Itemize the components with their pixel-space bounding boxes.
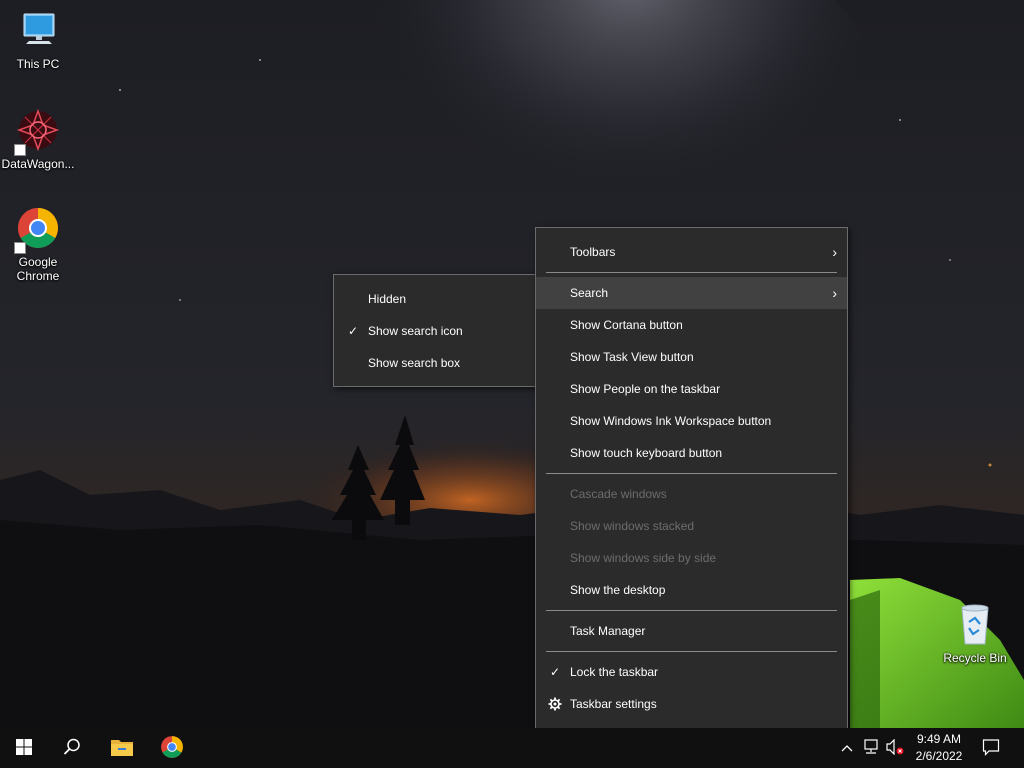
menu-item-label: Show windows stacked [570,519,695,533]
search-submenu: Hidden ✓ Show search icon Show search bo… [333,274,538,387]
menu-item-label: Show Cortana button [570,318,683,332]
start-icon [16,738,32,758]
menu-item-label: Lock the taskbar [570,665,659,679]
menu-item-show-windows-ink[interactable]: Show Windows Ink Workspace button [536,405,847,437]
search-icon [63,738,81,759]
desktop-icon-google-chrome[interactable]: Google Chrome [0,206,76,283]
checkmark-icon: ✓ [549,665,561,679]
chrome-icon [160,735,184,762]
menu-item-show-search-box[interactable]: Show search box [334,347,537,379]
taskbar[interactable]: 9:49 AM 2/6/2022 [0,728,1024,768]
menu-item-show-search-icon[interactable]: ✓ Show search icon [334,315,537,347]
network-button[interactable] [860,728,882,768]
file-explorer-button[interactable] [98,728,146,768]
menu-item-toolbars[interactable]: Toolbars › [536,236,847,268]
desktop-icon-this-pc[interactable]: This PC [0,8,76,71]
this-pc-icon [0,8,76,55]
menu-item-hidden[interactable]: Hidden [334,283,537,315]
chevron-up-icon [841,741,853,755]
desktop-icon-label: Google Chrome [16,255,60,283]
menu-separator [546,473,837,474]
menu-item-show-people[interactable]: Show People on the taskbar [536,373,847,405]
menu-item-task-manager[interactable]: Task Manager [536,615,847,647]
clock-time: 9:49 AM [916,732,962,746]
volume-muted-icon [885,738,905,758]
menu-separator [546,651,837,652]
menu-separator [546,272,837,273]
menu-item-label: Show Windows Ink Workspace button [570,414,772,428]
desktop-icon-label: Recycle Bin [943,651,1007,665]
datawagon-icon [0,108,76,155]
desktop-icon-recycle-bin[interactable]: Recycle Bin [937,602,1013,665]
checkmark-icon: ✓ [347,324,359,338]
taskbar-clock[interactable]: 9:49 AM 2/6/2022 [906,731,972,765]
menu-item-label: Show People on the taskbar [570,382,721,396]
menu-item-show-windows-stacked: Show windows stacked [536,510,847,542]
desktop-icon-label: This PC [16,57,60,71]
menu-item-label: Show windows side by side [570,551,717,565]
file-explorer-icon [110,737,134,760]
clock-date: 2/6/2022 [915,749,963,763]
menu-item-show-windows-side-by-side: Show windows side by side [536,542,847,574]
network-icon [862,738,880,758]
shortcut-arrow-icon [14,242,26,254]
volume-button[interactable] [884,728,906,768]
action-center-button[interactable] [978,728,1004,768]
menu-item-label: Show search box [368,356,461,370]
menu-item-label: Task Manager [570,624,646,638]
menu-item-label: Search [570,286,609,300]
menu-item-label: Cascade windows [570,487,667,501]
desktop-icon-datawagon[interactable]: DataWagon... [0,108,76,171]
menu-item-label: Hidden [368,292,407,306]
menu-item-show-touch-keyboard[interactable]: Show touch keyboard button [536,437,847,469]
recycle-bin-icon [937,602,1013,649]
chevron-right-icon: › [832,285,837,301]
menu-item-label: Taskbar settings [570,697,657,711]
taskbar-context-menu: Toolbars › Search › Show Cortana button … [535,227,848,729]
menu-separator [546,610,837,611]
gear-icon [548,688,562,723]
start-button[interactable] [0,728,48,768]
menu-item-show-the-desktop[interactable]: Show the desktop [536,574,847,606]
show-hidden-icons-button[interactable] [838,728,856,768]
chevron-right-icon: › [832,244,837,260]
menu-item-show-cortana-button[interactable]: Show Cortana button [536,309,847,341]
menu-item-label: Show the desktop [570,583,666,597]
menu-item-label: Show touch keyboard button [570,446,723,460]
action-center-icon [982,738,1000,759]
chrome-icon [0,206,76,253]
menu-item-label: Show Task View button [570,350,694,364]
chrome-taskbar-button[interactable] [148,728,196,768]
menu-item-show-task-view-button[interactable]: Show Task View button [536,341,847,373]
menu-item-cascade-windows: Cascade windows [536,478,847,510]
menu-item-label: Show search icon [368,324,463,338]
search-button[interactable] [48,728,96,768]
shortcut-arrow-icon [14,144,26,156]
menu-item-lock-the-taskbar[interactable]: ✓ Lock the taskbar [536,656,847,688]
menu-item-label: Toolbars [570,245,616,259]
menu-item-taskbar-settings[interactable]: Taskbar settings [536,688,847,720]
menu-item-search[interactable]: Search › [536,277,847,309]
desktop-icon-label: DataWagon... [1,157,75,171]
